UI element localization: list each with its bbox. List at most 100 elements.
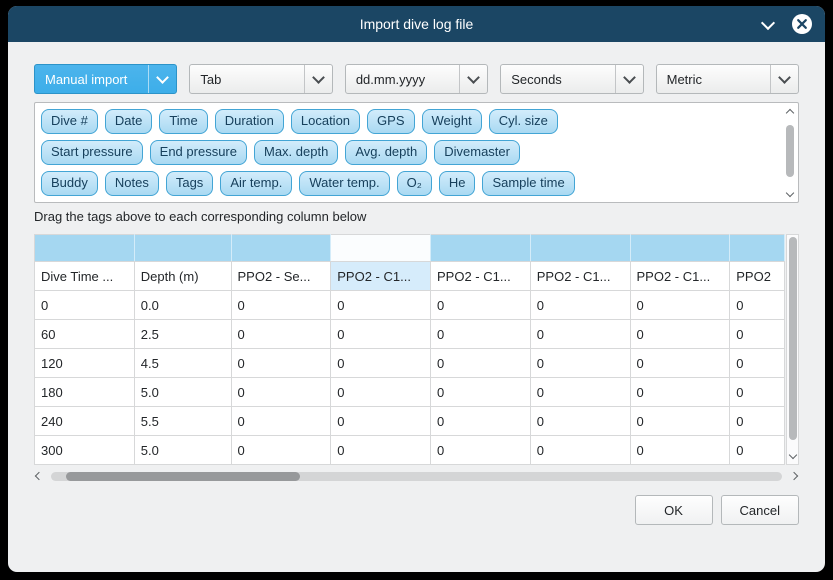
table-cell: 0 bbox=[431, 291, 531, 320]
table-cell: 0 bbox=[630, 291, 730, 320]
table-cell: 0 bbox=[331, 320, 431, 349]
drop-cell[interactable] bbox=[134, 235, 231, 262]
table-cell: 0 bbox=[530, 436, 630, 465]
import-table-area: Dive Time ...Depth (m)PPO2 - Se...PPO2 -… bbox=[34, 234, 799, 465]
tag-sample-cns[interactable]: Sample CNS bbox=[390, 202, 485, 203]
drop-cell[interactable] bbox=[630, 235, 730, 262]
scroll-down-icon[interactable] bbox=[790, 450, 796, 462]
table-cell: 0 bbox=[331, 407, 431, 436]
tag-tags[interactable]: Tags bbox=[166, 171, 213, 196]
chevron-down-icon bbox=[770, 65, 798, 93]
tag-max-depth[interactable]: Max. depth bbox=[254, 140, 338, 165]
tag-water-temp[interactable]: Water temp. bbox=[299, 171, 389, 196]
table-cell: 5.5 bbox=[134, 407, 231, 436]
column-header: PPO2 - C1... bbox=[331, 262, 431, 291]
chevron-down-icon bbox=[148, 65, 176, 93]
drop-cell[interactable] bbox=[35, 235, 135, 262]
tag-scrollbar[interactable] bbox=[783, 105, 796, 200]
tag-he[interactable]: He bbox=[439, 171, 476, 196]
table-cell: 0 bbox=[231, 407, 331, 436]
table-cell: 0 bbox=[431, 349, 531, 378]
chevron-down-icon[interactable] bbox=[759, 15, 777, 33]
combo-date-format[interactable]: dd.mm.yyyy bbox=[345, 64, 488, 94]
tag-scrollbar-thumb[interactable] bbox=[786, 125, 794, 177]
tag-sample-temperature[interactable]: Sample temperature bbox=[148, 202, 286, 203]
combo-value: dd.mm.yyyy bbox=[356, 72, 459, 87]
table-row: 1805.0000000 bbox=[35, 378, 785, 407]
table-cell: 0 bbox=[35, 291, 135, 320]
table-cell: 0 bbox=[630, 407, 730, 436]
table-row: 2405.5000000 bbox=[35, 407, 785, 436]
horizontal-scrollbar-thumb[interactable] bbox=[66, 472, 300, 481]
tag-row: Start pressure End pressure Max. depth Avg.… bbox=[41, 140, 776, 165]
tag-sample-po[interactable]: Sample pO₂ bbox=[293, 202, 383, 203]
combo-units[interactable]: Metric bbox=[656, 64, 799, 94]
table-cell: 0 bbox=[730, 378, 785, 407]
scroll-left-icon[interactable] bbox=[34, 473, 44, 479]
horizontal-scrollbar-track[interactable] bbox=[51, 472, 782, 481]
titlebar-actions bbox=[759, 13, 825, 35]
table-cell: 0 bbox=[630, 436, 730, 465]
combo-duration-format[interactable]: Seconds bbox=[500, 64, 643, 94]
horizontal-scrollbar[interactable] bbox=[34, 468, 799, 484]
scroll-down-icon[interactable] bbox=[787, 188, 793, 200]
scroll-right-icon[interactable] bbox=[789, 473, 799, 479]
table-cell: 0.0 bbox=[134, 291, 231, 320]
tag-buddy[interactable]: Buddy bbox=[41, 171, 98, 196]
tag-dive[interactable]: Dive # bbox=[41, 109, 98, 134]
column-header: Depth (m) bbox=[134, 262, 231, 291]
table-cell: 0 bbox=[730, 407, 785, 436]
drop-cell[interactable] bbox=[431, 235, 531, 262]
table-cell: 0 bbox=[331, 378, 431, 407]
combo-import-mode[interactable]: Manual import bbox=[34, 64, 177, 94]
table-row: 00.0000000 bbox=[35, 291, 785, 320]
combo-field-separator[interactable]: Tab bbox=[189, 64, 332, 94]
tag-avg-depth[interactable]: Avg. depth bbox=[345, 140, 427, 165]
tag-cyl-size[interactable]: Cyl. size bbox=[489, 109, 558, 134]
close-icon[interactable] bbox=[791, 13, 813, 35]
tag-divemaster[interactable]: Divemaster bbox=[434, 140, 520, 165]
table-cell: 0 bbox=[730, 320, 785, 349]
tag-o[interactable]: O₂ bbox=[397, 171, 432, 196]
tag-notes[interactable]: Notes bbox=[105, 171, 159, 196]
tag-row: Dive # Date Time Duration Location GPS Weight C… bbox=[41, 109, 776, 134]
drop-cell[interactable] bbox=[331, 235, 431, 262]
tag-sample-time[interactable]: Sample time bbox=[482, 171, 574, 196]
drop-cell[interactable] bbox=[730, 235, 785, 262]
titlebar[interactable]: Import dive log file bbox=[8, 6, 825, 42]
scroll-up-icon[interactable] bbox=[787, 105, 793, 117]
tag-end-pressure[interactable]: End pressure bbox=[150, 140, 247, 165]
combo-value: Manual import bbox=[45, 72, 148, 87]
tag-date[interactable]: Date bbox=[105, 109, 152, 134]
chevron-down-icon bbox=[615, 65, 643, 93]
table-cell: 0 bbox=[431, 407, 531, 436]
ok-button[interactable]: OK bbox=[635, 495, 713, 525]
chevron-down-icon bbox=[304, 65, 332, 93]
table-cell: 0 bbox=[730, 436, 785, 465]
combo-value: Seconds bbox=[511, 72, 614, 87]
table-cell: 0 bbox=[530, 407, 630, 436]
tag-gps[interactable]: GPS bbox=[367, 109, 414, 134]
drop-cell[interactable] bbox=[530, 235, 630, 262]
tag-sample-depth[interactable]: Sample depth bbox=[41, 202, 141, 203]
drop-cell[interactable] bbox=[231, 235, 331, 262]
cancel-button[interactable]: Cancel bbox=[721, 495, 799, 525]
tag-time[interactable]: Time bbox=[159, 109, 207, 134]
tag-weight[interactable]: Weight bbox=[422, 109, 482, 134]
tag-location[interactable]: Location bbox=[291, 109, 360, 134]
table-scrollbar-thumb[interactable] bbox=[789, 237, 797, 440]
table-cell: 2.5 bbox=[134, 320, 231, 349]
table-cell: 60 bbox=[35, 320, 135, 349]
table-cell: 0 bbox=[530, 378, 630, 407]
tag-area: Dive # Date Time Duration Location GPS Weight C… bbox=[34, 102, 799, 203]
table-scrollbar[interactable] bbox=[786, 234, 799, 465]
table-cell: 0 bbox=[630, 349, 730, 378]
table-cell: 0 bbox=[630, 320, 730, 349]
table-cell: 0 bbox=[331, 349, 431, 378]
dialog-content: Manual importTabdd.mm.yyyySecondsMetric … bbox=[8, 42, 825, 572]
table-row: 602.5000000 bbox=[35, 320, 785, 349]
tag-start-pressure[interactable]: Start pressure bbox=[41, 140, 143, 165]
tag-air-temp[interactable]: Air temp. bbox=[220, 171, 292, 196]
tag-duration[interactable]: Duration bbox=[215, 109, 284, 134]
table-cell: 5.0 bbox=[134, 436, 231, 465]
